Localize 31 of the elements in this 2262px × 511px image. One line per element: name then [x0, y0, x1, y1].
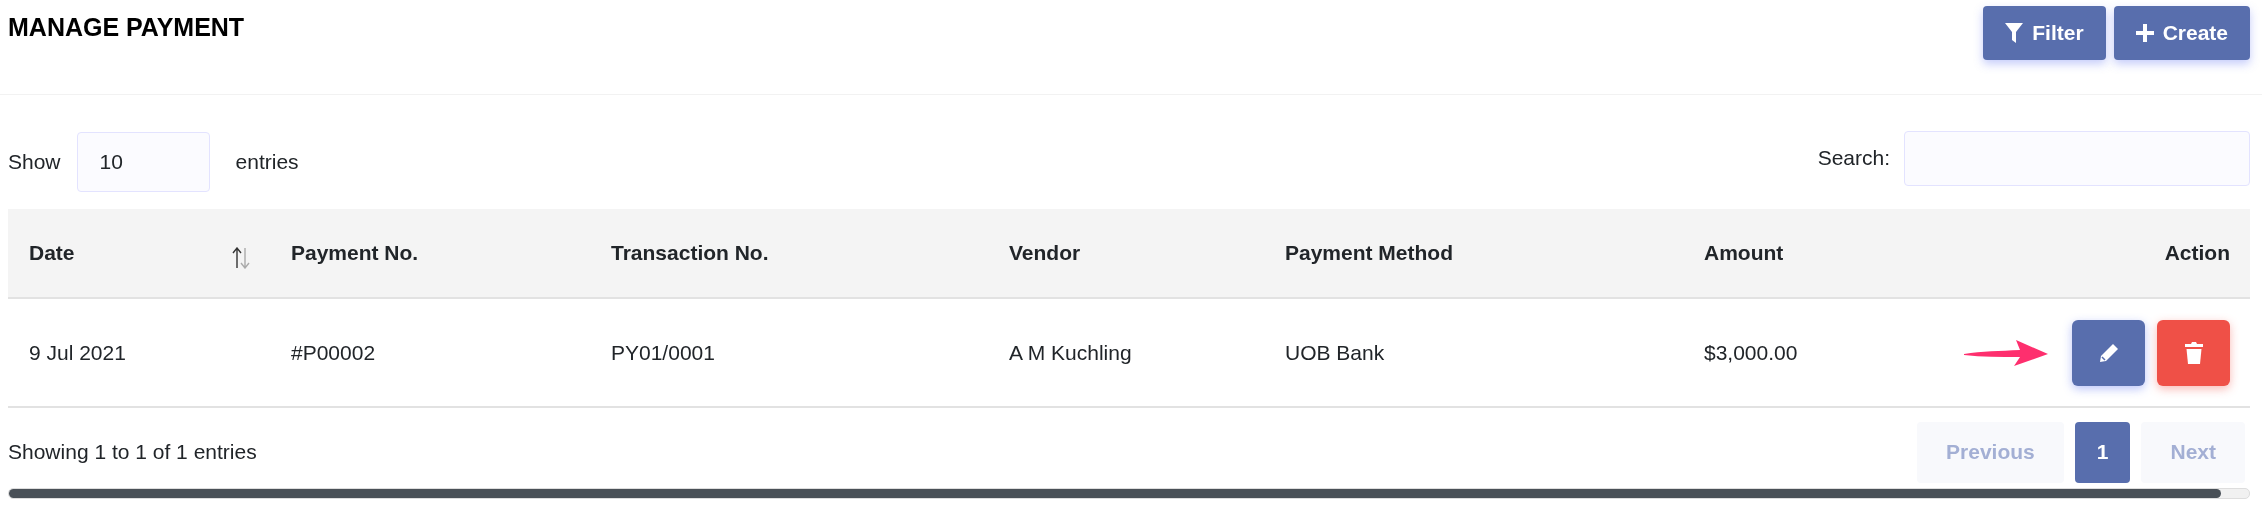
table-cell: PY01/0001 [611, 340, 715, 364]
filter-button[interactable]: Filter [1983, 6, 2106, 60]
sort-icon[interactable] [232, 247, 250, 269]
column-header[interactable]: Amount [1704, 241, 1784, 264]
column-header[interactable]: Payment Method [1285, 241, 1454, 264]
table-cell: A M Kuchling [1009, 340, 1132, 364]
pencil-icon [2098, 342, 2119, 363]
column-header[interactable]: Vendor [1009, 241, 1081, 264]
page-title: MANAGE PAYMENT [8, 13, 245, 42]
horizontal-scrollbar[interactable] [8, 488, 2250, 499]
table-cell: #P00002 [291, 340, 376, 364]
entries-label: entries [235, 150, 299, 174]
page-button[interactable]: 1 [2074, 421, 2131, 483]
search-label: Search: [1817, 146, 1890, 170]
column-header[interactable]: Date [29, 241, 75, 264]
table-cell: 9 Jul 2021 [29, 340, 126, 364]
table-cell: UOB Bank [1285, 340, 1385, 364]
entries-info: Showing 1 to 1 of 1 entries [8, 440, 257, 464]
entries-per-page-field[interactable]: 10 [76, 132, 210, 192]
filter-icon [2005, 23, 2024, 43]
search-field[interactable] [1904, 130, 2250, 186]
table-cell: $3,000.00 [1704, 340, 1798, 364]
column-header[interactable]: Action [2164, 241, 2230, 264]
trash-icon [2184, 341, 2203, 364]
column-header[interactable]: Transaction No. [611, 241, 769, 264]
plus-icon [2135, 24, 2154, 42]
delete-button[interactable] [2157, 319, 2230, 386]
show-label: Show [8, 150, 61, 174]
edit-button[interactable] [2072, 319, 2145, 386]
create-button[interactable]: Create [2113, 6, 2250, 60]
column-header[interactable]: Payment No. [291, 241, 419, 264]
